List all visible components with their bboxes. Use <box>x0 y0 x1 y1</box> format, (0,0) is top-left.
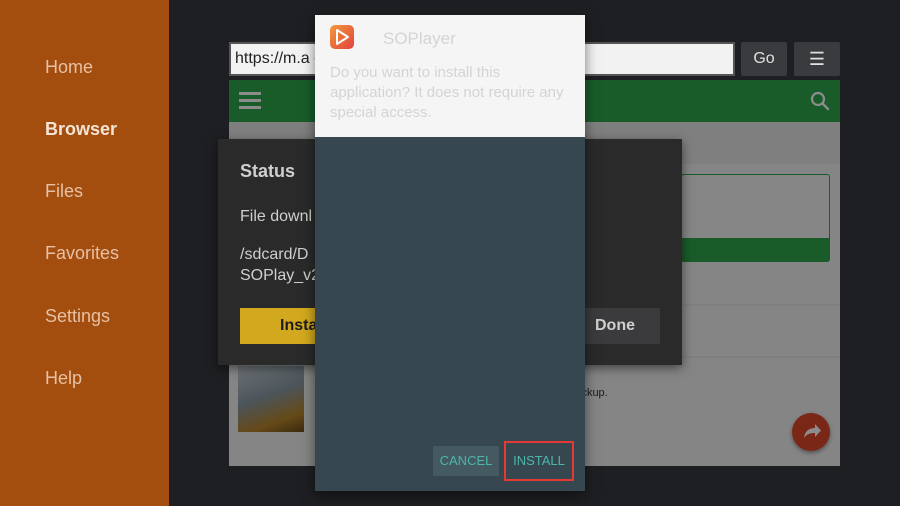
sidebar-item-favorites[interactable]: Favorites <box>45 243 119 264</box>
app-name: SOPlayer <box>383 29 456 48</box>
sidebar-item-help[interactable]: Help <box>45 368 82 389</box>
status-title: Status <box>240 161 296 181</box>
sidebar-item-files[interactable]: Files <box>45 181 83 202</box>
sidebar-item-settings[interactable]: Settings <box>45 306 110 327</box>
status-path-line1: /sdcard/D <box>240 246 309 263</box>
install-button[interactable]: INSTALL <box>504 441 574 481</box>
install-question: Do you want to install this application?… <box>330 64 564 121</box>
play-icon <box>336 29 349 45</box>
status-message: File downl <box>240 208 313 225</box>
status-path-line2: SOPlay_v2 <box>240 267 321 284</box>
status-done-button[interactable]: Done <box>585 308 660 344</box>
install-dialog: SOPlayer Do you want to install this app… <box>315 15 585 491</box>
sidebar: Home Browser Files Favorites Settings He… <box>0 0 169 506</box>
sidebar-item-browser[interactable]: Browser <box>45 119 117 140</box>
soplayer-app-icon <box>330 25 354 49</box>
menu-icon: ☰ <box>808 49 826 69</box>
go-button[interactable]: Go <box>741 42 787 76</box>
install-dialog-header: SOPlayer Do you want to install this app… <box>315 15 585 137</box>
cancel-button[interactable]: CANCEL <box>433 446 499 476</box>
sidebar-item-home[interactable]: Home <box>45 57 93 78</box>
menu-button[interactable]: ☰ <box>794 42 840 76</box>
